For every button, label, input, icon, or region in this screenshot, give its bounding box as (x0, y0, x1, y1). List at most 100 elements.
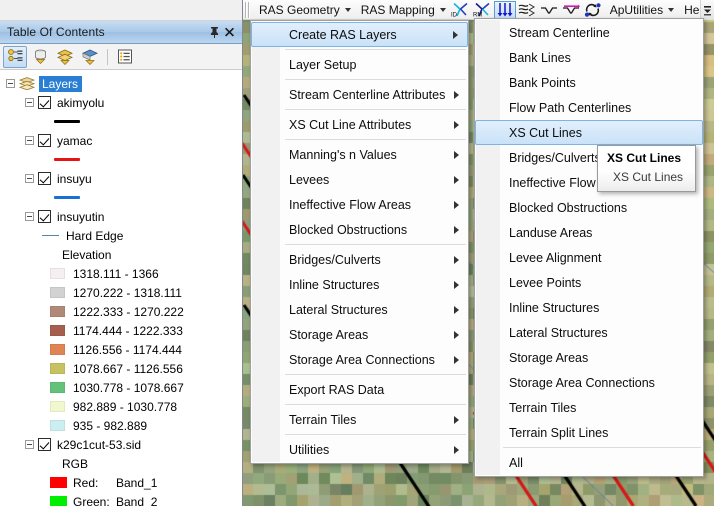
close-icon[interactable] (222, 25, 237, 40)
menu-item-label: Bank Lines (509, 50, 571, 65)
options-icon[interactable] (113, 46, 137, 68)
elevation-class-row: 1030.778 - 1078.667 (0, 378, 242, 397)
raster-band-row: Red: Band_1 (0, 473, 242, 492)
menu-item-inline-structures[interactable]: Inline Structures (475, 295, 703, 320)
menu-item-levees[interactable]: Levees (251, 167, 468, 192)
band-channel-label: Red: (73, 475, 99, 490)
menu-item-storage-area-connections[interactable]: Storage Area Connections (251, 347, 468, 372)
menu-item-label: Terrain Tiles (509, 400, 577, 415)
bridge-section-icon[interactable] (560, 1, 582, 19)
elevation-header-row: Elevation (0, 245, 242, 264)
line-symbol (54, 196, 80, 199)
ras-mapping-menu-button[interactable]: RAS Mapping (355, 1, 450, 19)
menu-item-label: Lateral Structures (289, 302, 388, 317)
menu-item-label: Bridges/Culverts (289, 252, 381, 267)
tree-row-akimyolu[interactable]: akimyolu (0, 93, 242, 112)
menu-item-storage-area-connections[interactable]: Storage Area Connections (475, 370, 703, 395)
elevation-class-row: 935 - 982.889 (0, 416, 242, 435)
menu-item-bank-lines[interactable]: Bank Lines (475, 45, 703, 70)
menu-item-utilities[interactable]: Utilities (251, 437, 468, 462)
menu-item-terrain-tiles[interactable]: Terrain Tiles (475, 395, 703, 420)
tree-row-raster[interactable]: k29c1cut-53.sid (0, 435, 242, 454)
tree-row-insuyu[interactable]: insuyu (0, 169, 242, 188)
layer-root-label: Layers (39, 75, 83, 92)
menu-item-levee-points[interactable]: Levee Points (475, 270, 703, 295)
layer-visibility-checkbox[interactable] (38, 438, 51, 451)
refresh-links-icon[interactable] (582, 1, 604, 19)
menu-item-label: Levee Alignment (509, 250, 602, 265)
menu-item-bank-points[interactable]: Bank Points (475, 70, 703, 95)
chevron-right-icon (453, 30, 458, 39)
chevron-right-icon (454, 150, 459, 159)
menu-item-xs-cut-line-attributes[interactable]: XS Cut Line Attributes (251, 112, 468, 137)
menu-item-label: Blocked Obstructions (289, 222, 408, 237)
assign-stream-id-icon[interactable]: ID (450, 1, 472, 19)
elevation-swatch (50, 420, 65, 431)
layer-visibility-checkbox[interactable] (38, 134, 51, 147)
menu-item-export-ras-data[interactable]: Export RAS Data (251, 377, 468, 402)
menu-item-lateral-structures[interactable]: Lateral Structures (251, 297, 468, 322)
ras-geometry-menu-button[interactable]: RAS Geometry (253, 1, 355, 19)
menu-item-bridges-culverts[interactable]: Bridges/Culverts (251, 247, 468, 272)
elevation-class-label: 1126.556 - 1174.444 (73, 342, 182, 357)
menu-item-blocked-obstructions[interactable]: Blocked Obstructions (475, 195, 703, 220)
toolbar-grip[interactable] (245, 1, 251, 18)
menu-item-label: Bridges/Culverts (509, 150, 601, 165)
menu-item-layer-setup[interactable]: Layer Setup (251, 52, 468, 77)
menu-item-levee-alignment[interactable]: Levee Alignment (475, 245, 703, 270)
list-by-drawing-order-icon[interactable] (3, 45, 27, 68)
menu-item-all[interactable]: All (475, 450, 703, 475)
list-by-source-icon[interactable] (28, 46, 52, 68)
assign-river-mile-icon[interactable]: RM (472, 1, 494, 19)
menu-item-xs-cut-lines[interactable]: XS Cut Lines (475, 120, 703, 145)
menu-item-stream-centerline-attributes[interactable]: Stream Centerline Attributes (251, 82, 468, 107)
tree-row-yamac[interactable]: yamac (0, 131, 242, 150)
menu-item-label: Flow Path Centerlines (509, 100, 632, 115)
expander-icon[interactable] (25, 98, 34, 107)
toolbar-overflow-icon[interactable] (700, 0, 714, 20)
menu-item-storage-areas[interactable]: Storage Areas (251, 322, 468, 347)
cross-section-plot-icon[interactable] (538, 1, 560, 19)
raster-mode-row: RGB (0, 454, 242, 473)
menu-item-manning-s-n-values[interactable]: Manning's n Values (251, 142, 468, 167)
menu-item-label: Terrain Tiles (289, 412, 357, 427)
tree-row-insuyutin[interactable]: insuyutin (0, 207, 242, 226)
line-symbol (54, 120, 80, 123)
menu-item-inline-structures[interactable]: Inline Structures (251, 272, 468, 297)
list-by-selection-icon[interactable] (78, 46, 102, 68)
tree-row-layers[interactable]: Layers (0, 74, 242, 93)
elevation-class-row: 982.889 - 1030.778 (0, 397, 242, 416)
menu-item-blocked-obstructions[interactable]: Blocked Obstructions (251, 217, 468, 242)
xs-layers-icon[interactable] (516, 1, 538, 19)
menu-item-ineffective-flow-areas[interactable]: Ineffective Flow Areas (251, 192, 468, 217)
ras-geometry-dropdown[interactable]: Create RAS Layers Layer Setup Stream Cente… (250, 20, 469, 464)
layer-tree[interactable]: Layers akimyolu yamac insuyu insuyutin Hard E… (0, 70, 242, 506)
band-value-label: Band_1 (116, 475, 158, 490)
aputilities-label: ApUtilities (609, 2, 664, 17)
menu-item-create-ras-layers[interactable]: Create RAS Layers (251, 22, 468, 47)
expander-icon[interactable] (25, 174, 34, 183)
pin-icon[interactable] (207, 25, 222, 40)
aputilities-menu-button[interactable]: ApUtilities (604, 1, 678, 19)
menu-item-terrain-tiles[interactable]: Terrain Tiles (251, 407, 468, 432)
elevation-class-label: 1318.111 - 1366 (73, 266, 159, 281)
expander-icon[interactable] (25, 440, 34, 449)
expander-icon[interactable] (25, 212, 34, 221)
expander-icon[interactable] (25, 136, 34, 145)
layer-visibility-checkbox[interactable] (38, 96, 51, 109)
band-channel-label: Green: (73, 494, 110, 506)
expander-icon[interactable] (6, 79, 15, 88)
menu-item-terrain-split-lines[interactable]: Terrain Split Lines (475, 420, 703, 445)
menu-item-stream-centerline[interactable]: Stream Centerline (475, 20, 703, 45)
layer-visibility-checkbox[interactable] (38, 210, 51, 223)
layer-visibility-checkbox[interactable] (38, 172, 51, 185)
list-by-visibility-icon[interactable] (53, 46, 77, 68)
symbol-row (0, 188, 242, 207)
menu-item-storage-areas[interactable]: Storage Areas (475, 345, 703, 370)
menu-divider (285, 139, 466, 140)
menu-item-lateral-structures[interactable]: Lateral Structures (475, 320, 703, 345)
menu-item-flow-path-centerlines[interactable]: Flow Path Centerlines (475, 95, 703, 120)
menu-item-landuse-areas[interactable]: Landuse Areas (475, 220, 703, 245)
create-ras-layers-submenu[interactable]: Stream Centerline Bank Lines Bank Points Fl… (474, 18, 704, 477)
xs-cut-lines-icon[interactable] (493, 0, 516, 19)
